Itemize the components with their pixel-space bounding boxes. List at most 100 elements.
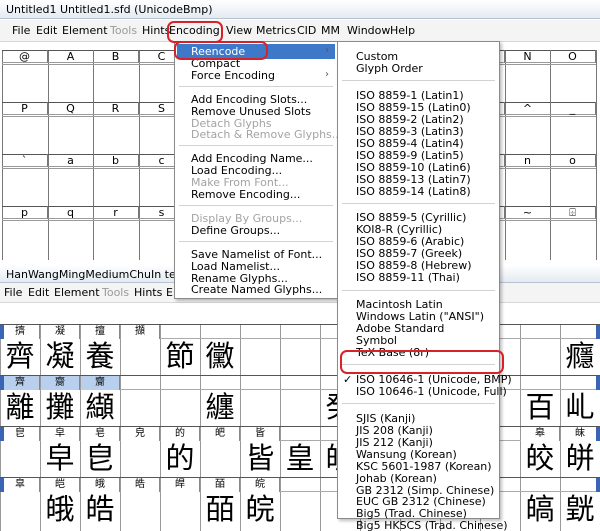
row-marker (596, 478, 600, 492)
han-glyph[interactable]: 皇 (280, 441, 320, 475)
han-glyph[interactable]: 皁 (40, 441, 80, 475)
han-glyph[interactable]: 纈 (80, 390, 120, 424)
glyph-cell-label[interactable]: 皀 (1, 427, 40, 441)
glyph-cell-label[interactable]: o (550, 154, 596, 167)
han-glyph[interactable]: 皀 (80, 441, 120, 475)
menu-item-create-named-glyphs[interactable]: Create Named Glyphs... (191, 283, 322, 296)
menu-item-force-encoding[interactable]: Force Encoding (191, 69, 275, 82)
glyph-cell-label[interactable]: 齌 (41, 376, 80, 390)
glyph-cell-label[interactable]: 皋 (521, 427, 560, 441)
glyph-cell-label[interactable]: 皓 (121, 478, 160, 492)
glyph-cell-label[interactable]: 皌 (561, 427, 600, 441)
menu-item-define-groups[interactable]: Define Groups... (191, 224, 280, 237)
glyph-cell-label[interactable]: 擠 (1, 325, 40, 339)
han-glyph[interactable]: 皏 (560, 441, 600, 475)
glyph-cell-label[interactable]: 擷 (121, 325, 160, 339)
glyph-cell-label[interactable]: B (93, 50, 139, 63)
glyph-cell-label[interactable]: r (93, 206, 139, 219)
glyph-cell-label[interactable]: 皃 (121, 427, 160, 441)
menu-edit[interactable]: Edit (36, 24, 57, 37)
menu-item-iso-8859-14-latin8[interactable]: ISO 8859-14 (Latin8) (356, 185, 471, 198)
glyph-cell-label[interactable]: 皆 (241, 427, 280, 441)
menu-hints[interactable]: Hints (134, 286, 162, 299)
han-glyph[interactable]: 黴 (200, 339, 240, 373)
han-glyph[interactable]: 皎 (520, 441, 560, 475)
glyph-cell-label[interactable]: 擅 (81, 325, 120, 339)
glyph-cell-label[interactable]: A (48, 50, 94, 63)
glyph-cell-label[interactable]: ^ (505, 102, 551, 115)
han-glyph[interactable]: 的 (160, 441, 200, 475)
glyph-cell-label[interactable]: 齎 (81, 376, 120, 390)
glyph-cell-label[interactable]: ` (2, 154, 48, 167)
glyph-cell-label[interactable]: 皑 (41, 478, 80, 492)
han-glyph[interactable]: 離 (0, 390, 40, 424)
menu-file[interactable]: File (4, 286, 22, 299)
glyph-cell-label[interactable]: _ (550, 102, 596, 115)
menu-metrics[interactable]: Metrics (256, 24, 296, 37)
han-glyph[interactable]: 齊 (0, 339, 40, 373)
glyph-cell-label[interactable]: P (2, 102, 48, 115)
han-glyph[interactable]: 養 (80, 339, 120, 373)
row-marker (0, 376, 4, 390)
glyph-cell-label[interactable]: @ (2, 50, 48, 63)
glyph-cell-label[interactable]: p (2, 206, 48, 219)
glyph-cell-label[interactable]: 皔 (161, 478, 200, 492)
glyph-cell-label[interactable]: 皕 (201, 478, 240, 492)
han-glyph[interactable]: 皕 (200, 492, 240, 526)
menu-mm[interactable]: MM (321, 24, 340, 37)
menu-window[interactable]: Window (347, 24, 390, 37)
han-glyph[interactable]: 纏 (200, 390, 240, 424)
glyph-cell-label[interactable]: 皅 (201, 427, 240, 441)
glyph-cell-label[interactable]: q (48, 206, 94, 219)
menu-cid[interactable]: CID (297, 24, 316, 37)
menu-item-iso-10646-1-unicode-full[interactable]: ISO 10646-1 (Unicode, Full) (356, 385, 507, 398)
glyph-cell-label[interactable]: 皂 (81, 427, 120, 441)
glyph-cell-label[interactable]: 的 (161, 427, 200, 441)
han-glyph[interactable]: 皜 (520, 492, 560, 526)
han-glyph[interactable]: 皖 (240, 492, 280, 526)
han-glyph[interactable]: 攤 (40, 390, 80, 424)
menu-edit[interactable]: Edit (28, 286, 49, 299)
glyph-cell-label[interactable]: a (48, 154, 94, 167)
glyph-cell-label[interactable]: Q (48, 102, 94, 115)
han-glyph[interactable]: 癮 (560, 339, 600, 373)
menu-tools[interactable]: Tools (110, 24, 137, 37)
menu-help[interactable]: Help (390, 24, 415, 37)
han-glyph[interactable]: 乢 (560, 390, 600, 424)
han-glyph[interactable]: 節 (160, 339, 200, 373)
glyph-cell-label[interactable]: 凝 (41, 325, 80, 339)
glyph-cell-label[interactable]: 皐 (1, 478, 40, 492)
glyph-cell-label[interactable]: N (505, 50, 551, 63)
glyph-cell-label[interactable]: b (93, 154, 139, 167)
menu-tools[interactable]: Tools (102, 286, 129, 299)
reencode-submenu: Custom Glyph Order ISO 8859-1 (Latin1) ISO … (337, 41, 512, 531)
menu-separator (342, 80, 495, 82)
glyph-cell-label[interactable]: 皖 (241, 478, 280, 492)
han-glyph[interactable]: 皝 (560, 492, 600, 526)
menu-file[interactable]: File (12, 24, 30, 37)
menu-view[interactable]: View (226, 24, 252, 37)
glyph-cell-label[interactable]: O (550, 50, 596, 63)
glyph-cell-label[interactable]: 皁 (41, 427, 80, 441)
menu-item-iso-8859-11-thai[interactable]: ISO 8859-11 (Thai) (356, 271, 460, 284)
menu-bar: FileEditElementToolsHintsEncodingViewMet… (0, 20, 600, 42)
glyph-cell-label[interactable]: n (505, 154, 551, 167)
glyph-cell-label[interactable]: ~ (505, 206, 551, 219)
glyph-cell-label[interactable]: ⌹ (550, 206, 596, 219)
menu-element[interactable]: Element (62, 24, 108, 37)
menu-item-remove-encoding[interactable]: Remove Encoding... (191, 188, 300, 201)
menu-separator (342, 202, 495, 204)
glyph-cell-label[interactable]: 齊 (1, 376, 40, 390)
han-glyph[interactable]: 百 (520, 390, 560, 424)
han-glyph[interactable]: 皆 (240, 441, 280, 475)
menu-item-glyph-order[interactable]: Glyph Order (356, 62, 423, 75)
menu-item-big5-hkscs-trad-chinese[interactable]: Big5 HKSCS (Trad. Chinese) (356, 519, 508, 531)
menu-element[interactable]: Element (54, 286, 100, 299)
row-marker (0, 427, 4, 441)
glyph-cell-label[interactable]: R (93, 102, 139, 115)
glyph-cell-label[interactable]: 皒 (81, 478, 120, 492)
han-glyph[interactable]: 皓 (80, 492, 120, 526)
han-glyph[interactable]: 凝 (40, 339, 80, 373)
han-glyph[interactable]: 皒 (40, 492, 80, 526)
grid-column-line (280, 324, 281, 531)
